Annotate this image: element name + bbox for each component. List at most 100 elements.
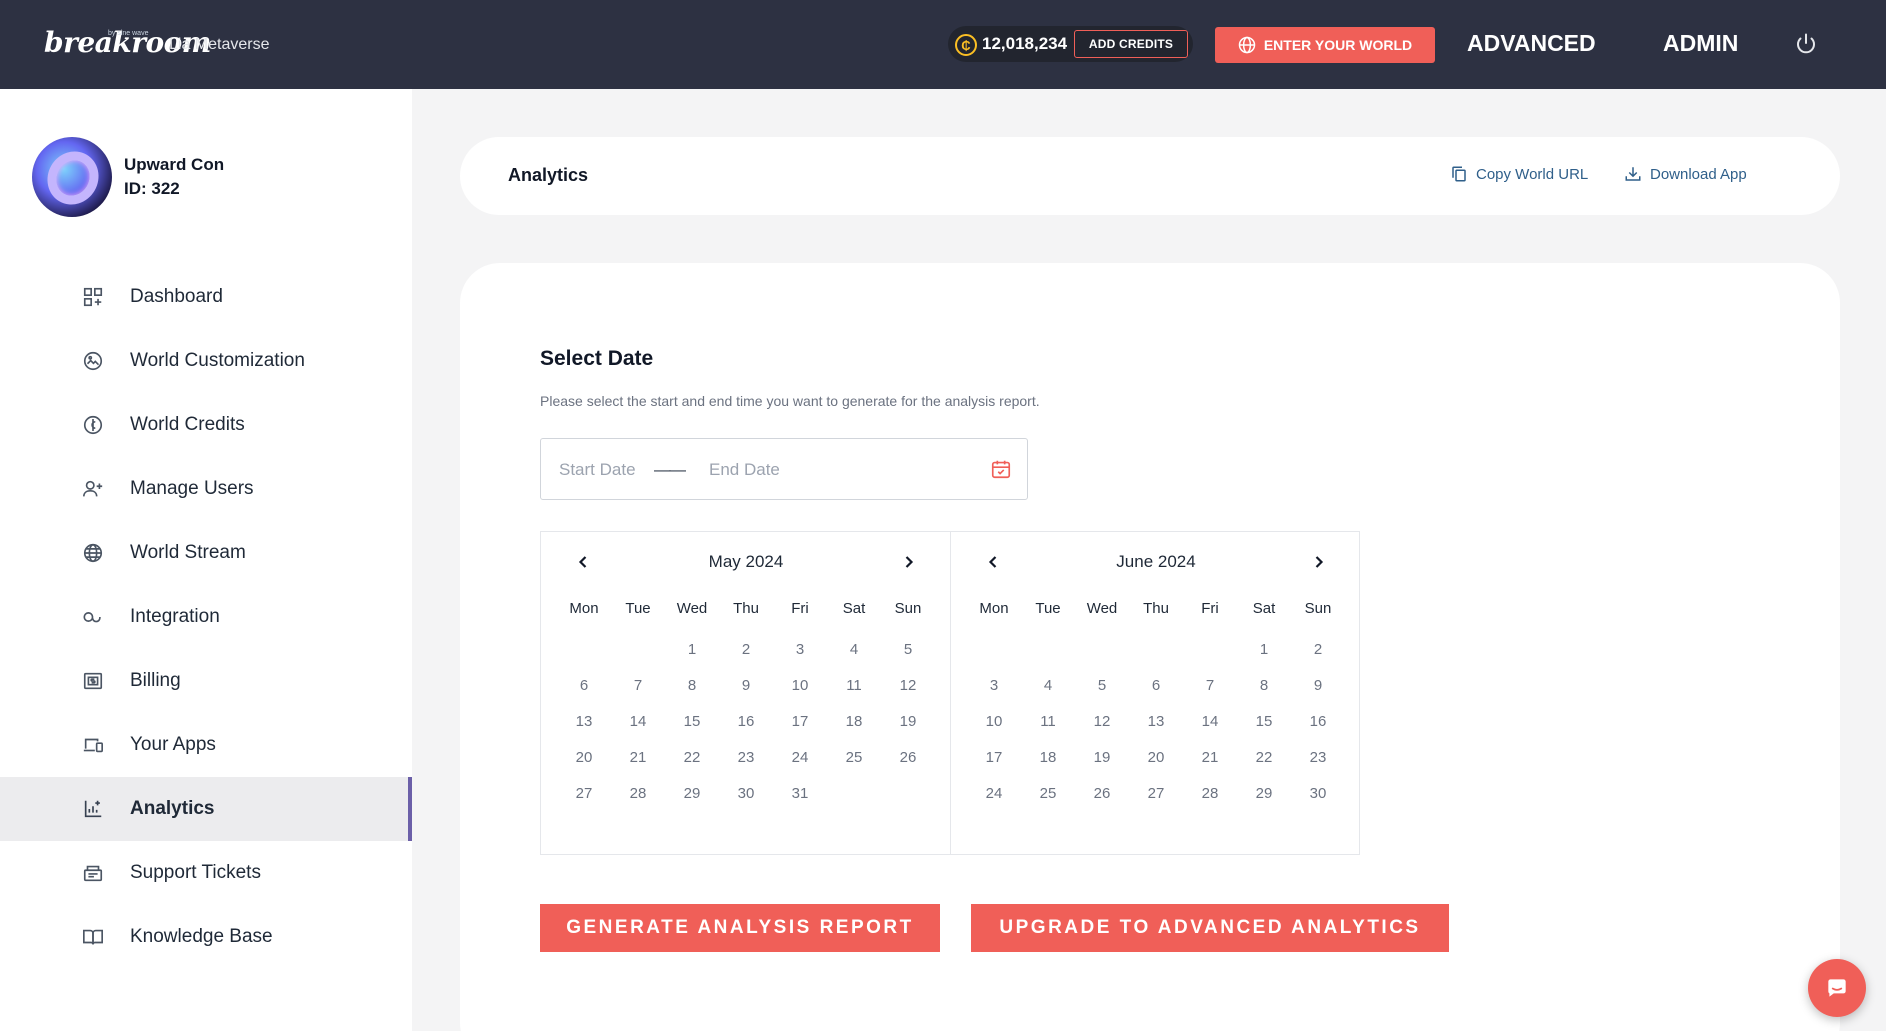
nav-admin[interactable]: ADMIN — [1663, 30, 1738, 57]
calendar-day[interactable]: 4 — [827, 632, 881, 668]
calendar-day[interactable]: 30 — [719, 776, 773, 812]
calendar-day[interactable]: 5 — [881, 632, 935, 668]
calendar-day[interactable]: 30 — [1291, 776, 1345, 812]
sidebar-item-world-customization[interactable]: World Customization — [0, 329, 412, 393]
calendar-day[interactable]: 16 — [719, 704, 773, 740]
calendar-day[interactable]: 3 — [773, 632, 827, 668]
calendar-blank-cell — [1183, 632, 1237, 668]
calendar-day[interactable]: 21 — [611, 740, 665, 776]
sidebar-item-your-apps[interactable]: Your Apps — [0, 713, 412, 777]
calendar-day[interactable]: 1 — [1237, 632, 1291, 668]
calendar-day[interactable]: 6 — [1129, 668, 1183, 704]
calendar-day[interactable]: 10 — [967, 704, 1021, 740]
sidebar-item-support-tickets[interactable]: Support Tickets — [0, 841, 412, 905]
calendar-day[interactable]: 20 — [1129, 740, 1183, 776]
calendar-day[interactable]: 31 — [773, 776, 827, 812]
calendar-day[interactable]: 11 — [827, 668, 881, 704]
sidebar-item-dashboard[interactable]: Dashboard — [0, 265, 412, 329]
calendar-day[interactable]: 8 — [665, 668, 719, 704]
calendar-day[interactable]: 27 — [1129, 776, 1183, 812]
calendar-day[interactable]: 22 — [1237, 740, 1291, 776]
sidebar-item-integration[interactable]: Integration — [0, 585, 412, 649]
calendar-day[interactable]: 12 — [881, 668, 935, 704]
sidebar-item-knowledge-base[interactable]: Knowledge Base — [0, 905, 412, 969]
calendar-day[interactable]: 19 — [1075, 740, 1129, 776]
calendar-day[interactable]: 27 — [557, 776, 611, 812]
calendar-day[interactable]: 24 — [967, 776, 1021, 812]
calendar-blank-cell — [967, 632, 1021, 668]
calendar-day[interactable]: 29 — [1237, 776, 1291, 812]
calendar-day[interactable]: 22 — [665, 740, 719, 776]
calendar-day[interactable]: 1 — [665, 632, 719, 668]
date-range-input[interactable]: Start Date —— End Date — [540, 438, 1028, 500]
calendar-day[interactable]: 25 — [827, 740, 881, 776]
calendar-day[interactable]: 7 — [611, 668, 665, 704]
calendar-icon[interactable] — [990, 458, 1012, 480]
calendar-day[interactable]: 14 — [1183, 704, 1237, 740]
calendar-day[interactable]: 13 — [1129, 704, 1183, 740]
calendar-day[interactable]: 3 — [967, 668, 1021, 704]
calendar-day[interactable]: 7 — [1183, 668, 1237, 704]
page-title: Analytics — [508, 165, 589, 185]
sidebar-item-world-credits[interactable]: World Credits — [0, 393, 412, 457]
globe-icon — [83, 543, 103, 563]
calendar-day[interactable]: 15 — [1237, 704, 1291, 740]
sidebar-item-analytics[interactable]: Analytics — [0, 777, 412, 841]
calendar-day[interactable]: 23 — [1291, 740, 1345, 776]
calendar-day[interactable]: 5 — [1075, 668, 1129, 704]
download-app-label: Download App — [1650, 165, 1747, 183]
upgrade-analytics-button[interactable]: UPGRADE TO ADVANCED ANALYTICS — [971, 904, 1449, 952]
sidebar-item-billing[interactable]: Billing — [0, 649, 412, 713]
calendar-day[interactable]: 13 — [557, 704, 611, 740]
calendar-day[interactable]: 8 — [1237, 668, 1291, 704]
analytics-icon — [84, 800, 102, 818]
copy-icon — [1452, 166, 1466, 182]
calendar-day[interactable]: 9 — [719, 668, 773, 704]
calendar-day[interactable]: 11 — [1021, 704, 1075, 740]
sidebar-item-world-stream[interactable]: World Stream — [0, 521, 412, 585]
calendar-day[interactable]: 14 — [611, 704, 665, 740]
calendar-day[interactable]: 21 — [1183, 740, 1237, 776]
calendar-day[interactable]: 24 — [773, 740, 827, 776]
calendar-day[interactable]: 18 — [1021, 740, 1075, 776]
chevron-right-icon[interactable] — [1307, 550, 1331, 574]
chat-button[interactable] — [1808, 959, 1866, 1017]
integration-icon — [83, 612, 101, 623]
calendar-day[interactable]: 26 — [881, 740, 935, 776]
copy-world-url-link[interactable]: Copy World URL — [1450, 165, 1588, 183]
download-app-link[interactable]: Download App — [1624, 165, 1747, 183]
start-date-placeholder[interactable]: Start Date — [559, 460, 636, 480]
calendar-day[interactable]: 20 — [557, 740, 611, 776]
calendar-day[interactable]: 2 — [1291, 632, 1345, 668]
sidebar-item-label: Billing — [130, 670, 181, 691]
billing-icon — [83, 672, 103, 690]
calendar-day[interactable]: 4 — [1021, 668, 1075, 704]
add-credits-button[interactable]: ADD CREDITS — [1074, 30, 1188, 58]
calendar-day[interactable]: 17 — [967, 740, 1021, 776]
sidebar-item-manage-users[interactable]: Manage Users — [0, 457, 412, 521]
enter-world-button[interactable]: ENTER YOUR WORLD — [1215, 27, 1435, 63]
nav-advanced[interactable]: ADVANCED — [1467, 30, 1596, 57]
end-date-placeholder[interactable]: End Date — [709, 460, 780, 480]
copy-world-url-label: Copy World URL — [1476, 165, 1589, 183]
calendar-day[interactable]: 26 — [1075, 776, 1129, 812]
calendar-day[interactable]: 2 — [719, 632, 773, 668]
calendar-day[interactable]: 28 — [1183, 776, 1237, 812]
calendar-day[interactable]: 17 — [773, 704, 827, 740]
calendar-day[interactable]: 12 — [1075, 704, 1129, 740]
calendar-day[interactable]: 6 — [557, 668, 611, 704]
calendar-day[interactable]: 28 — [611, 776, 665, 812]
generate-report-button[interactable]: GENERATE ANALYSIS REPORT — [540, 904, 940, 952]
calendar-day[interactable]: 25 — [1021, 776, 1075, 812]
calendar-day[interactable]: 16 — [1291, 704, 1345, 740]
calendar-day[interactable]: 18 — [827, 704, 881, 740]
power-icon[interactable] — [1794, 32, 1818, 56]
calendar-day[interactable]: 9 — [1291, 668, 1345, 704]
chevron-right-icon[interactable] — [897, 550, 921, 574]
calendar-day[interactable]: 19 — [881, 704, 935, 740]
calendar-day[interactable]: 15 — [665, 704, 719, 740]
calendar-day[interactable]: 29 — [665, 776, 719, 812]
calendar-day[interactable]: 23 — [719, 740, 773, 776]
calendar-blank-cell — [557, 632, 611, 668]
calendar-day[interactable]: 10 — [773, 668, 827, 704]
